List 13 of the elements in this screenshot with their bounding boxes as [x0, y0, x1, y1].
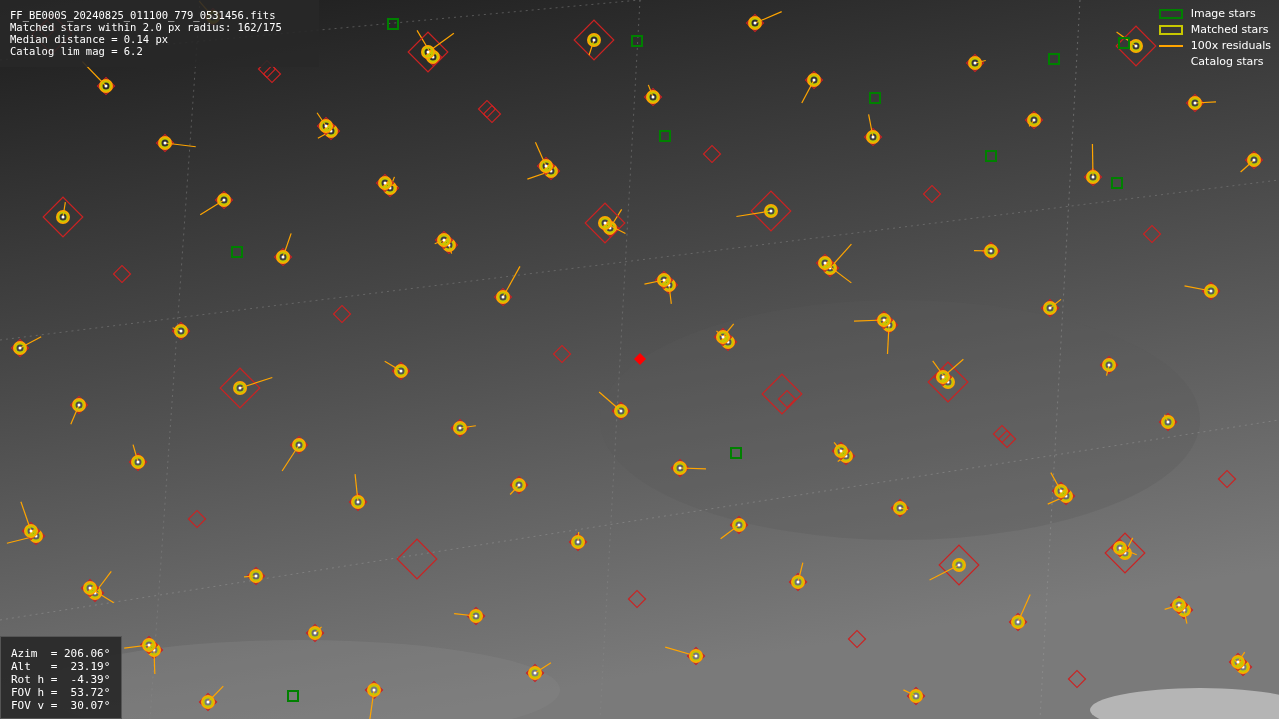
info-text: Matched stars within 2.0 px radius: 162/175 [10, 21, 283, 33]
legend-label: Matched stars [1190, 23, 1269, 36]
pointing-text: FOV h = 53.72° [11, 686, 111, 699]
pointing-text: Azim = 206.06° [11, 647, 111, 660]
pointing-text: Alt = 23.19° [11, 660, 111, 673]
legend-label: Catalog stars [1190, 55, 1264, 68]
legend-label: Image stars [1190, 7, 1256, 20]
info-text: FF_BE000S_20240825_011100_779_0531456.fits [10, 9, 277, 21]
info-text: Catalog lim mag = 6.2 [10, 45, 144, 57]
pointing-text: FOV v = 30.07° [11, 699, 111, 712]
info-text: Median distance = 0.14 px [10, 33, 170, 45]
legend-label: 100x residuals [1190, 39, 1271, 52]
pointing-text: Rot h = -4.39° [11, 673, 111, 686]
